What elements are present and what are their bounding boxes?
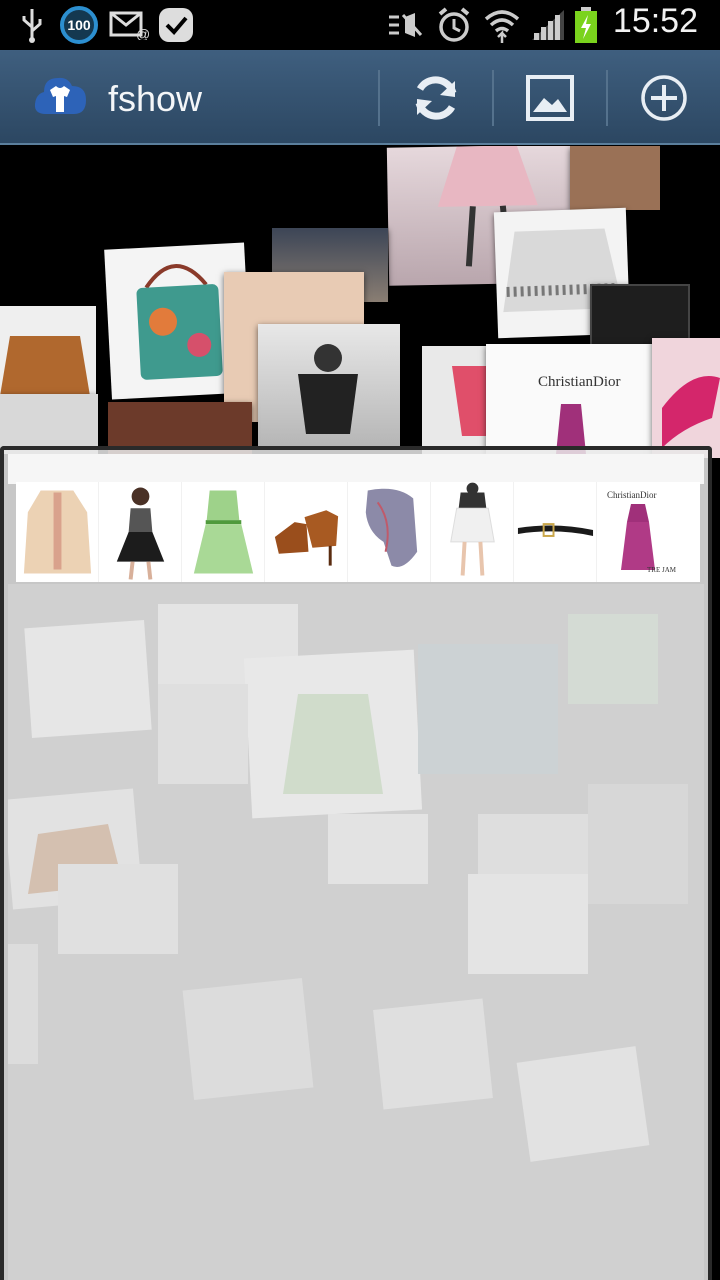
gallery-tile[interactable] (0, 394, 98, 454)
thumbnail-green-dress[interactable] (182, 482, 265, 582)
thumbnail-strip: ChristianDior TRE JAM (16, 482, 700, 582)
panel-background (3, 584, 704, 1280)
thumbnail-blouse[interactable] (16, 482, 99, 582)
mute-icon (384, 6, 426, 44)
image-icon (526, 75, 574, 121)
divider (378, 70, 380, 126)
refresh-icon (415, 76, 457, 120)
app-title: fshow (108, 78, 203, 119)
battery-icon (572, 6, 600, 44)
gallery-tile[interactable] (652, 338, 720, 458)
status-bar: 100 @ 15:52 (0, 0, 720, 50)
add-button[interactable] (609, 62, 719, 134)
action-bar: fshow (0, 50, 720, 145)
battery-badge: 100 (60, 6, 98, 44)
signal-icon (528, 6, 568, 44)
gallery-tile[interactable] (0, 306, 96, 406)
gallery-button[interactable] (495, 62, 605, 134)
gallery-tile[interactable]: ChristianDior (486, 344, 660, 454)
gallery-tile[interactable] (570, 146, 660, 210)
add-icon (641, 75, 687, 121)
gallery-tile[interactable] (258, 324, 400, 446)
clock: 15:52 (612, 2, 698, 40)
divider (492, 70, 494, 126)
thumbnail-white-skirt[interactable] (431, 482, 514, 582)
divider (606, 70, 608, 126)
thumbnail-belt[interactable] (514, 482, 597, 582)
thumbnail-scarf[interactable] (348, 482, 431, 582)
app-logo-icon[interactable] (32, 70, 88, 126)
usb-icon (16, 6, 48, 44)
task-icon (156, 6, 196, 44)
email-icon: @ (108, 6, 150, 44)
svg-text:@: @ (136, 26, 149, 40)
thumbnail-dior-dress[interactable]: ChristianDior TRE JAM (597, 482, 680, 582)
thumbnail-ankle-boots[interactable] (265, 482, 348, 582)
faded-gallery (3, 604, 688, 1162)
thumbnail-dress-model[interactable] (99, 482, 182, 582)
thumbnail-caption: TRE JAM (647, 566, 676, 574)
refresh-button[interactable] (381, 62, 491, 134)
panel-header (8, 454, 704, 484)
alarm-icon (434, 6, 474, 44)
selection-panel: ChristianDior TRE JAM (0, 446, 712, 1280)
wifi-icon (482, 6, 522, 44)
